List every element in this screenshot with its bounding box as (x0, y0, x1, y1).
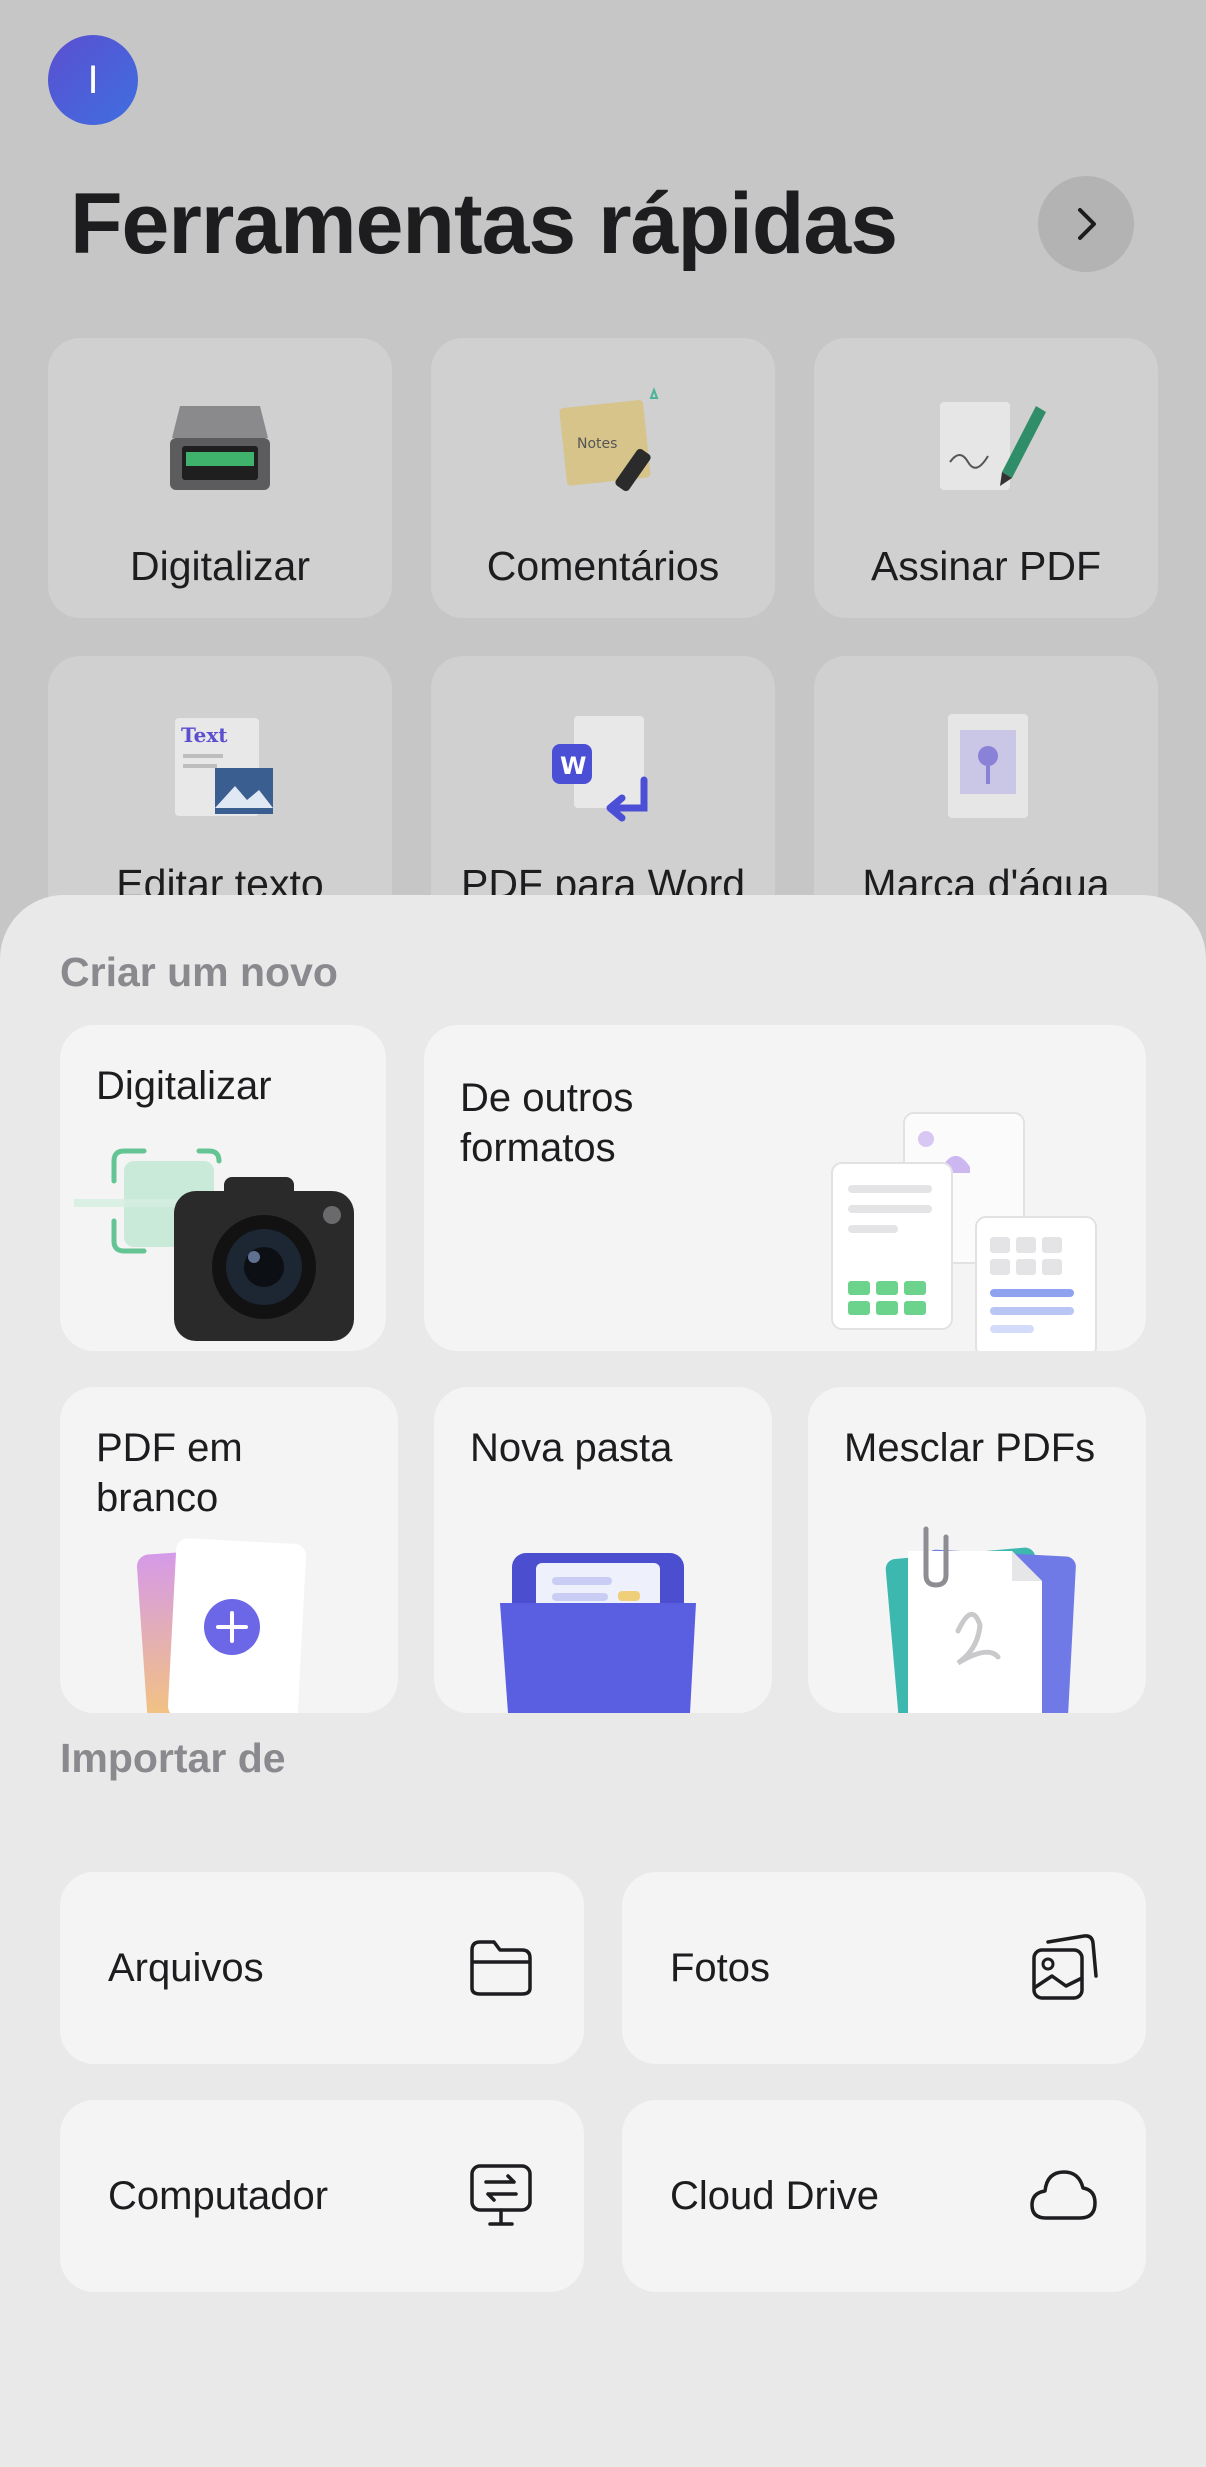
chevron-right-icon (1078, 208, 1096, 240)
import-computer-label: Computador (108, 2173, 329, 2218)
page-title: Ferramentas rápidas (70, 176, 898, 272)
import-files-label: Arquivos (108, 1945, 264, 1990)
create-merge-pdfs-card[interactable]: Mesclar PDFs (808, 1387, 1146, 1713)
quick-tool-scan[interactable]: Digitalizar (48, 338, 392, 618)
create-new-folder-card[interactable]: Nova pasta (434, 1387, 772, 1713)
cloud-icon (1030, 2170, 1097, 2220)
import-photos-button[interactable]: Fotos (622, 1872, 1146, 2064)
create-new-folder-label: Nova pasta (470, 1426, 673, 1470)
create-scan-label: Digitalizar (96, 1064, 272, 1108)
quick-tool-comments[interactable]: Notes Comentários (431, 338, 775, 618)
quick-tool-edit-text[interactable]: Text Editar texto (48, 656, 392, 936)
scanner-icon (170, 406, 270, 490)
merge-pdfs-icon (885, 1526, 1076, 1713)
svg-text:Notes: Notes (577, 436, 617, 452)
create-blank-pdf-label: PDF em branco (96, 1426, 243, 1520)
import-computer-button[interactable]: Computador (60, 2100, 584, 2292)
create-section-title: Criar um novo (60, 949, 338, 995)
quick-tool-label: Digitalizar (130, 543, 310, 589)
see-all-tools-button[interactable] (1038, 176, 1134, 272)
folder-icon (470, 1940, 532, 1996)
create-scan-card[interactable]: Digitalizar (60, 1025, 386, 1351)
quick-tool-label: Comentários (486, 543, 720, 589)
signature-pen-icon (940, 402, 1046, 490)
quick-tool-watermark[interactable]: Marca d'água (814, 656, 1158, 936)
sticky-note-icon: Notes (559, 387, 659, 492)
quick-tool-label: Assinar PDF (870, 543, 1102, 589)
edit-text-icon: Text (175, 718, 273, 816)
avatar[interactable]: I (48, 35, 138, 125)
create-from-other-formats-card[interactable]: De outros formatos (424, 1025, 1146, 1351)
import-cloud-drive-button[interactable]: Cloud Drive (622, 2100, 1146, 2292)
pdf-to-word-icon: W (552, 716, 648, 822)
svg-text:Text: Text (181, 723, 228, 747)
quick-tool-sign-pdf[interactable]: Assinar PDF (814, 338, 1158, 618)
photos-icon (1032, 1934, 1098, 2000)
camera-icon (74, 1148, 354, 1341)
blank-pdf-icon (136, 1538, 307, 1713)
import-files-button[interactable]: Arquivos (60, 1872, 584, 2064)
computer-transfer-icon (470, 2164, 532, 2226)
create-merge-pdfs-label: Mesclar PDFs (844, 1426, 1096, 1470)
import-section-title: Importar de (60, 1735, 286, 1781)
watermark-icon (948, 714, 1028, 818)
documents-icon (831, 1112, 1097, 1351)
folder-icon (500, 1553, 696, 1713)
create-from-other-formats-label: De outros formatos (460, 1076, 634, 1170)
svg-text:W: W (560, 752, 586, 780)
import-photos-label: Fotos (670, 1945, 771, 1990)
create-blank-pdf-card[interactable]: PDF em branco (60, 1387, 398, 1713)
create-bottom-sheet: Criar um novo Digitalizar De outros form… (0, 895, 1206, 2467)
quick-tool-pdf-to-word[interactable]: W PDF para Word (431, 656, 775, 936)
import-cloud-drive-label: Cloud Drive (670, 2173, 879, 2218)
avatar-initial: I (87, 57, 99, 102)
